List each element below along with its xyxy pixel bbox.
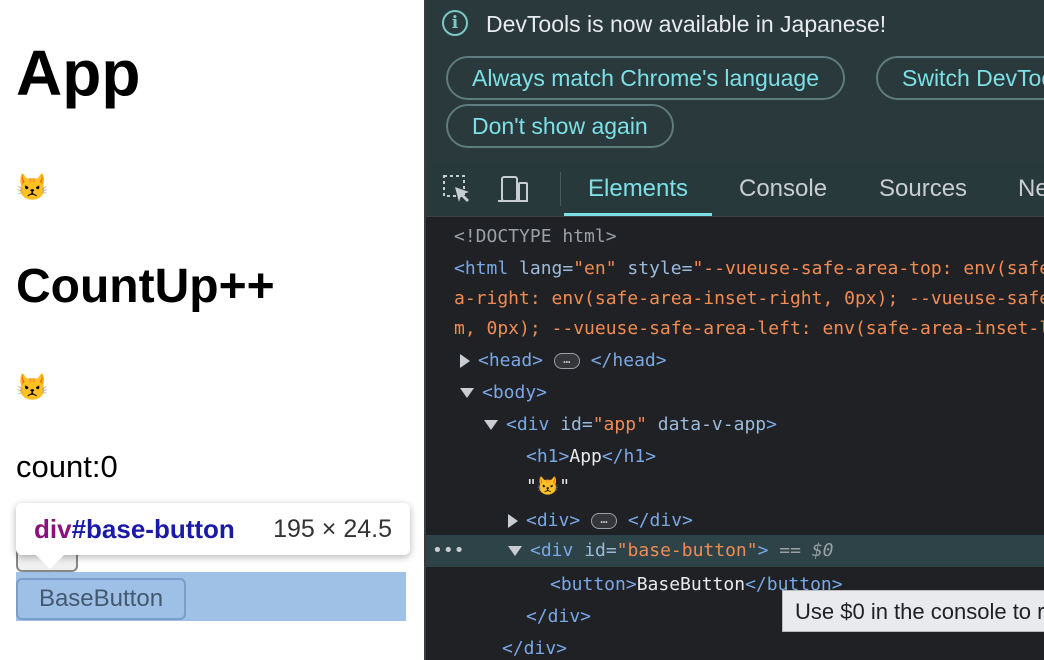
tab-elements[interactable]: Elements	[564, 162, 713, 216]
div-close-tag: </div>	[502, 638, 568, 659]
style-value-line-1: "--vueuse-safe-area-top: env(safe-area-i…	[692, 258, 1044, 279]
html-node[interactable]: <html lang="en" style="--vueuse-safe-are…	[454, 253, 1044, 285]
devtools-toolbar: Elements Console Sources Network	[426, 162, 1044, 217]
div-open-tag: <div	[530, 540, 574, 561]
emoji-text-node[interactable]: "😾"	[526, 471, 570, 503]
doctype-node[interactable]: <!DOCTYPE html>	[454, 221, 617, 253]
inspect-element-icon[interactable]	[442, 174, 472, 204]
collapse-triangle-icon[interactable]	[484, 420, 498, 430]
id-attr: id=	[549, 414, 593, 435]
emoji-text: "😾"	[526, 476, 571, 497]
lang-value: "en"	[573, 258, 617, 279]
head-close-tag: </head>	[590, 350, 667, 371]
info-icon: i	[442, 10, 468, 36]
ellipsis-badge-icon[interactable]: …	[553, 353, 580, 369]
tooltip-selector: div#base-button	[34, 514, 235, 545]
selected-row-menu-icon[interactable]: •••	[432, 535, 465, 567]
head-node[interactable]: <head> … </head>	[460, 345, 667, 377]
page-viewport: App 😾 CountUp++ 😾 count:0 BaseButton div…	[0, 0, 424, 660]
tab-console[interactable]: Console	[739, 162, 827, 216]
count-text: count:0	[16, 449, 118, 484]
dollar-zero: $0	[811, 540, 834, 561]
inspect-tooltip: div#base-button 195 × 24.5	[16, 503, 410, 555]
head-open-tag: <head>	[478, 350, 544, 371]
button-text: BaseButton	[636, 574, 746, 595]
lang-attr: lang=	[508, 258, 574, 279]
app-heading: App	[16, 37, 141, 109]
id-value: "base-button"	[616, 540, 758, 561]
html-style-line-2: a-right: env(safe-area-inset-right, 0px)…	[454, 283, 1044, 315]
div-base-button-node[interactable]: <div id="base-button"> == $0	[508, 535, 834, 567]
div-open-tag: <div>	[526, 510, 581, 531]
countup-heading: CountUp++	[16, 260, 275, 313]
h1-open-tag: <h1>	[526, 446, 570, 467]
cat-emoji-1: 😾	[16, 172, 49, 202]
dont-show-again-button[interactable]: Don't show again	[446, 104, 674, 148]
div-open-tag: <div	[506, 414, 550, 435]
html-style-line-3: m, 0px); --vueuse-safe-area-left: env(sa…	[454, 313, 1044, 345]
expand-triangle-icon[interactable]	[460, 354, 470, 368]
tooltip-id: #base-button	[71, 513, 235, 544]
equals-sign: ==	[768, 540, 812, 561]
language-infobar: i DevTools is now available in Japanese!…	[426, 0, 1044, 162]
button-open-tag: <button>	[550, 574, 637, 595]
div-close-tag: </div>	[627, 510, 693, 531]
console-hint-tooltip: Use $0 in the console to refer to this e…	[782, 590, 1044, 632]
cat-emoji-2: 😾	[16, 372, 49, 402]
div-close-node[interactable]: </div>	[526, 601, 591, 633]
tag-close-bracket: >	[766, 414, 777, 435]
data-v-app-attr: data-v-app	[646, 414, 767, 435]
div-close-tag: </div>	[526, 606, 592, 627]
style-value-line-3: m, 0px); --vueuse-safe-area-left: env(sa…	[454, 318, 1044, 339]
div-app-node[interactable]: <div id="app" data-v-app>	[484, 409, 777, 441]
always-match-language-button[interactable]: Always match Chrome's language	[446, 56, 845, 100]
devtools-panel: i DevTools is now available in Japanese!…	[424, 0, 1044, 660]
collapse-triangle-icon[interactable]	[460, 388, 474, 398]
ellipsis-badge-icon[interactable]: …	[591, 513, 618, 529]
id-value: "app"	[592, 414, 647, 435]
id-attr: id=	[573, 540, 617, 561]
h1-node[interactable]: <h1>App</h1>	[526, 441, 656, 473]
toolbar-separator	[560, 172, 561, 206]
html-tag: <html	[454, 258, 509, 279]
doctype-text: <!DOCTYPE html>	[454, 226, 617, 247]
h1-text: App	[569, 446, 602, 467]
tab-network[interactable]: Network	[1018, 162, 1044, 216]
tag-close-bracket: >	[757, 540, 769, 561]
body-node[interactable]: <body>	[460, 377, 547, 409]
tooltip-tag: div	[34, 513, 72, 544]
style-attr: style=	[616, 258, 693, 279]
h1-close-tag: </h1>	[601, 446, 657, 467]
expand-triangle-icon[interactable]	[508, 514, 518, 528]
base-button[interactable]: BaseButton	[16, 578, 186, 620]
infobar-message: DevTools is now available in Japanese!	[486, 11, 887, 37]
body-open-tag: <body>	[482, 382, 548, 403]
tab-sources[interactable]: Sources	[879, 162, 967, 216]
device-toolbar-icon[interactable]	[498, 174, 528, 204]
switch-language-button[interactable]: Switch DevTools to Japanese	[876, 56, 1044, 100]
tooltip-dimensions: 195 × 24.5	[273, 514, 392, 543]
div-app-close-node[interactable]: </div>	[502, 633, 567, 660]
style-value-line-2: a-right: env(safe-area-inset-right, 0px)…	[454, 288, 1044, 309]
div-collapsed-node[interactable]: <div> … </div>	[508, 505, 693, 537]
tooltip-arrow	[36, 555, 64, 569]
collapse-triangle-icon[interactable]	[508, 546, 522, 556]
